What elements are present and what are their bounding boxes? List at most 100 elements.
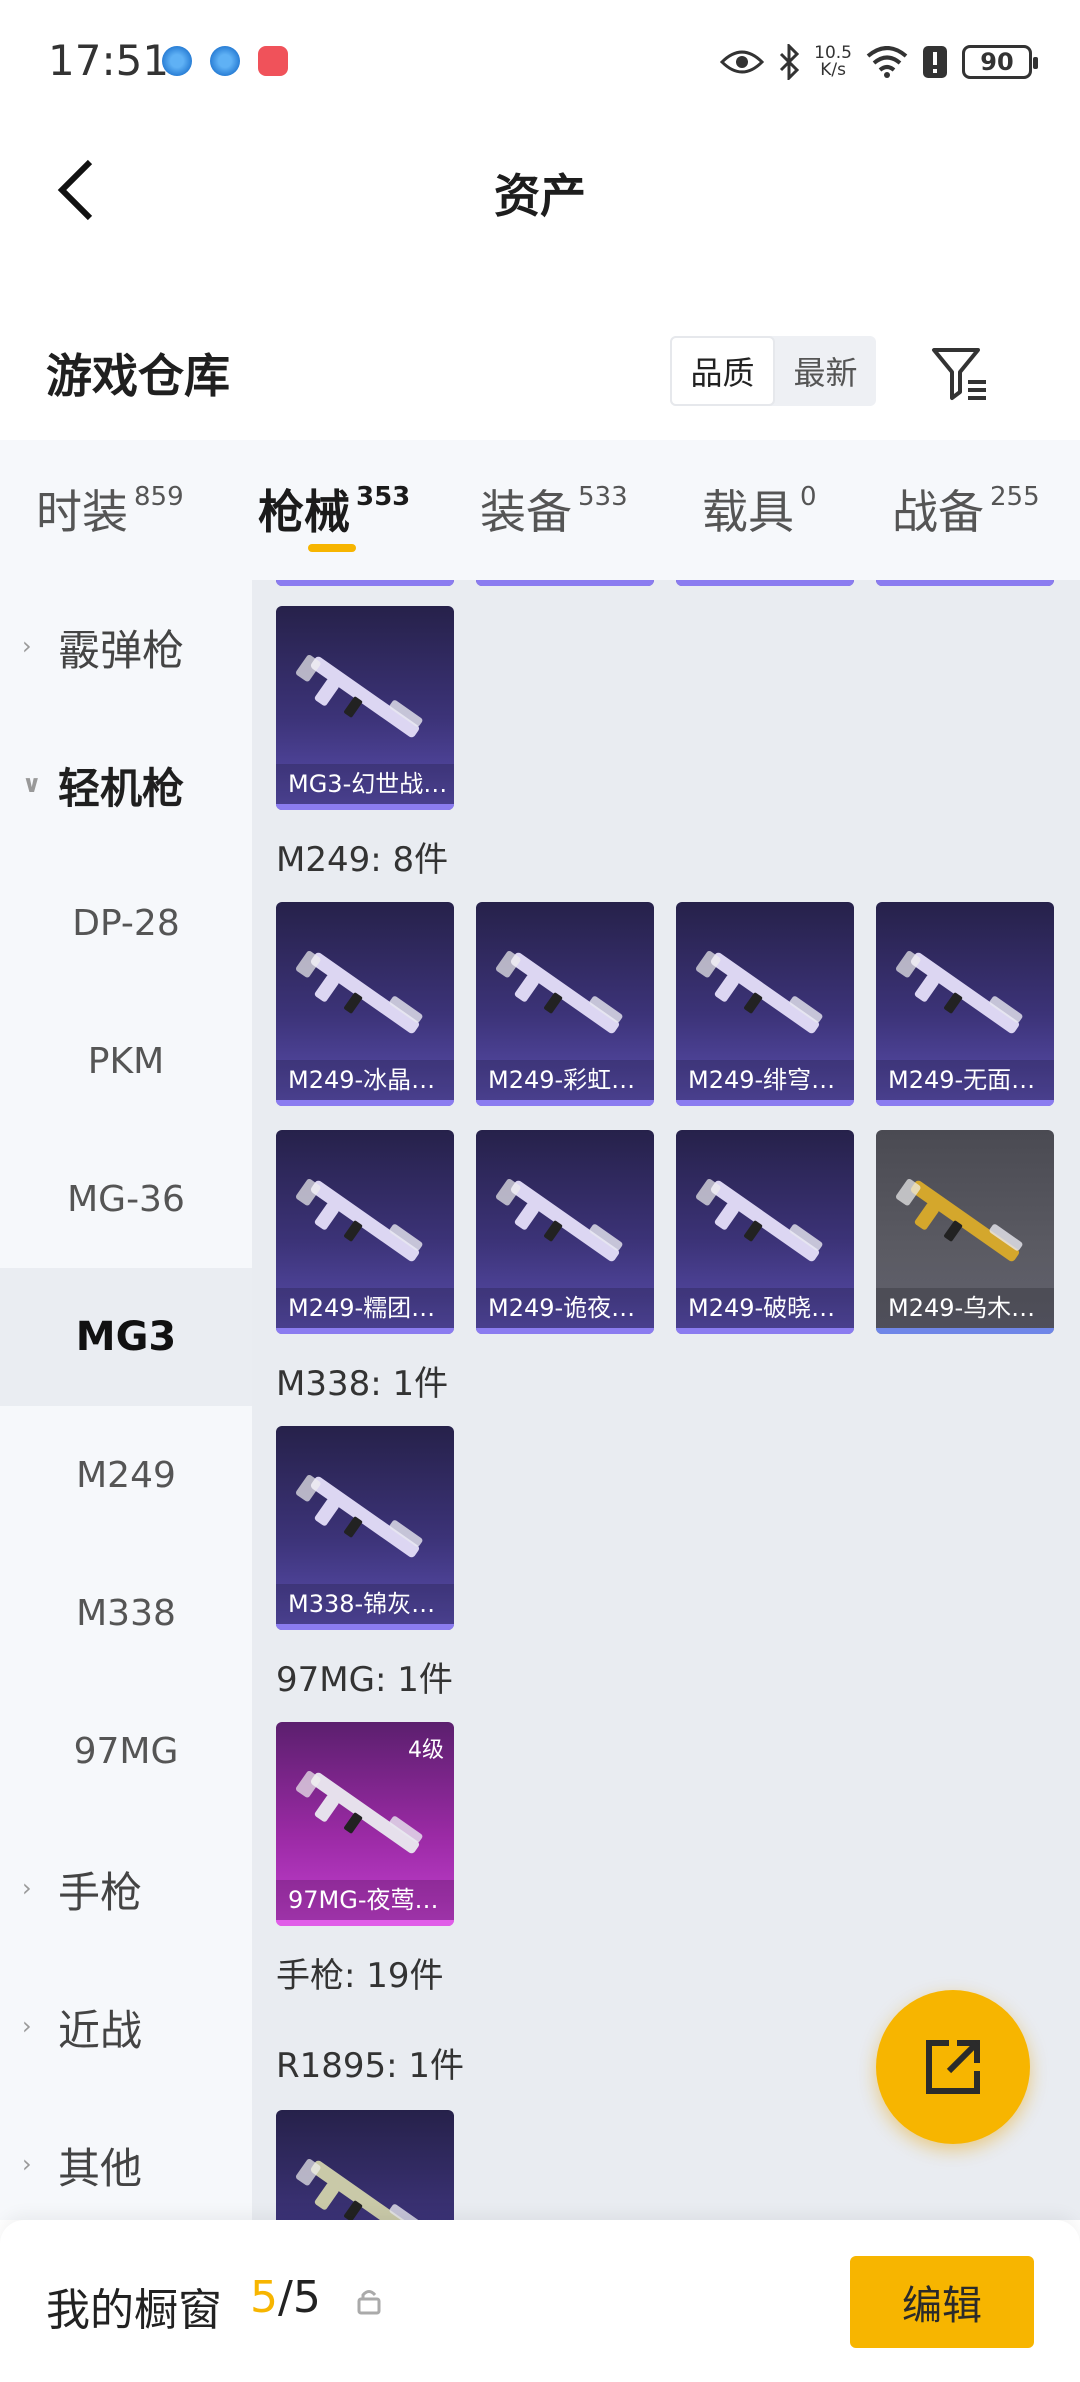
sidebar-item-pkm[interactable]: PKM [0, 992, 252, 1130]
sort-option-latest[interactable]: 最新 [775, 336, 876, 406]
weapon-name: M249-破晓… [676, 1288, 854, 1328]
quality-bar [676, 1100, 854, 1106]
level-badge: 4级 [408, 1738, 444, 1763]
edit-button[interactable]: 编辑 [850, 2256, 1034, 2348]
weapon-card-partial[interactable] [676, 580, 854, 586]
weapon-card-partial[interactable] [476, 580, 654, 586]
weapon-card-partial[interactable] [876, 580, 1054, 586]
sidebar-item-mg3[interactable]: MG3 [0, 1268, 252, 1406]
lock-icon [357, 2290, 381, 2315]
weapon-image [295, 2158, 423, 2220]
chevron-right-icon: › [22, 632, 32, 660]
filter-icon [932, 348, 986, 400]
status-time: 17:51 [48, 36, 170, 85]
section-label-r1895: R1895: 1件 [276, 2046, 465, 2086]
share-button[interactable] [876, 1990, 1030, 2144]
weapon-card[interactable]: MG3-幻世战… [276, 606, 454, 810]
weapon-name: MG3-幻世战… [276, 764, 454, 804]
eye-icon [720, 50, 765, 74]
section-label-m338: M338: 1件 [276, 1364, 449, 1404]
weapon-card[interactable]: 4级 97MG-夜莺… [276, 1722, 454, 1926]
alert-icon [923, 46, 947, 78]
showcase-title: 我的橱窗 [46, 2285, 222, 2336]
weapon-grid: MG3-幻世战… M249: 8件 M249-冰晶… M249-彩虹… M249-绯穹…… [252, 580, 1080, 2220]
quality-bar [276, 804, 454, 810]
weapon-image [295, 950, 423, 1034]
sidebar-item-pistol[interactable]: › 手枪 [0, 1820, 252, 1958]
quality-bar [276, 1920, 454, 1926]
weapon-image [295, 654, 423, 738]
weapon-name: M338-锦灰… [276, 1584, 454, 1624]
weapon-name: M249-糯团… [276, 1288, 454, 1328]
app-notification-icon [162, 46, 192, 76]
weapon-card[interactable]: M249-糯团… [276, 1130, 454, 1334]
sidebar-item-label: M338 [76, 1592, 176, 1634]
weapon-image [695, 1178, 823, 1262]
tab-equipment[interactable]: 装备 533 [480, 476, 628, 542]
sidebar-item-label: PKM [87, 1040, 165, 1082]
sidebar-item-other[interactable]: › 其他 [0, 2096, 252, 2220]
weapon-card[interactable]: M249-乌木… [876, 1130, 1054, 1334]
tab-supplies[interactable]: 战备 255 [892, 476, 1040, 542]
weapon-card[interactable]: M249-绯穹… [676, 902, 854, 1106]
tab-vehicles[interactable]: 载具 0 [702, 476, 817, 542]
tab-active-indicator [308, 544, 356, 552]
sidebar-item-label: 手枪 [58, 1867, 143, 1917]
tab-firearms[interactable]: 枪械 353 [258, 476, 410, 542]
filter-button[interactable] [920, 334, 1000, 414]
section-label-pistol: 手枪: 19件 [276, 1956, 444, 1996]
sort-option-quality[interactable]: 品质 [670, 336, 775, 406]
weapon-name: 97MG-夜莺… [276, 1880, 454, 1920]
shopping-bag-icon [258, 46, 288, 76]
tab-fashion[interactable]: 时装 859 [36, 476, 184, 542]
sidebar-item-m338[interactable]: M338 [0, 1544, 252, 1682]
warehouse-header: 游戏仓库 品质 最新 [0, 310, 1080, 440]
weapon-card[interactable]: M249-诡夜… [476, 1130, 654, 1334]
section-label-m249: M249: 8件 [276, 840, 449, 880]
title-bar: 资产 [0, 120, 1080, 260]
sidebar-item-melee[interactable]: › 近战 [0, 1958, 252, 2096]
bluetooth-icon [780, 44, 800, 80]
weapon-image [295, 1770, 423, 1854]
app-notification-icon [210, 46, 240, 76]
sidebar-item-dp-28[interactable]: DP-28 [0, 854, 252, 992]
sidebar-item-97mg[interactable]: 97MG [0, 1682, 252, 1820]
sidebar-item-label: 其他 [58, 2143, 143, 2193]
sidebar-item-mg-36[interactable]: MG-36 [0, 1130, 252, 1268]
showcase-bar: 我的橱窗 5/5 编辑 [0, 2220, 1080, 2382]
sidebar: › 霰弹枪 ∨ 轻机枪 DP-28 PKM MG-36 MG3 M249 M338 97MG › 手枪 ›… [0, 580, 252, 2220]
sidebar-item-label: MG3 [75, 1314, 177, 1360]
quality-bar [876, 580, 1054, 586]
quality-bar [276, 1100, 454, 1106]
category-tabs: 时装 859 枪械 353 装备 533 载具 0 战备 255 [0, 440, 1080, 580]
section-label-97mg: 97MG: 1件 [276, 1660, 453, 1700]
sidebar-item-m249[interactable]: M249 [0, 1406, 252, 1544]
weapon-card[interactable]: M249-破晓… [676, 1130, 854, 1334]
sidebar-item-label: 近战 [58, 2005, 143, 2055]
weapon-card[interactable]: M249-无面… [876, 902, 1054, 1106]
weapon-name: M249-冰晶… [276, 1060, 454, 1100]
weapon-card[interactable]: M249-彩虹… [476, 902, 654, 1106]
battery-icon: 90 [962, 45, 1038, 79]
quality-bar [276, 580, 454, 586]
weapon-name: M249-乌木… [876, 1288, 1054, 1328]
weapon-card[interactable]: M338-锦灰… [276, 1426, 454, 1630]
chevron-right-icon: › [22, 2012, 32, 2040]
quality-bar [476, 1100, 654, 1106]
weapon-name: M249-绯穹… [676, 1060, 854, 1100]
sidebar-item-label: 轻机枪 [58, 763, 185, 813]
weapon-card[interactable] [276, 2110, 454, 2220]
sidebar-item-shotgun[interactable]: › 霰弹枪 [0, 580, 252, 716]
quality-bar [476, 580, 654, 586]
quality-bar [276, 1624, 454, 1630]
weapon-card-partial[interactable] [276, 580, 454, 586]
sidebar-item-lmg[interactable]: ∨ 轻机枪 [0, 716, 252, 854]
wifi-icon [866, 46, 908, 78]
chevron-right-icon: › [22, 2150, 32, 2178]
page-title: 资产 [494, 169, 586, 223]
weapon-image [895, 1178, 1023, 1262]
weapon-name: M249-彩虹… [476, 1060, 654, 1100]
quality-bar [476, 1328, 654, 1334]
weapon-card[interactable]: M249-冰晶… [276, 902, 454, 1106]
showcase-count: 5/5 [250, 2272, 321, 2323]
